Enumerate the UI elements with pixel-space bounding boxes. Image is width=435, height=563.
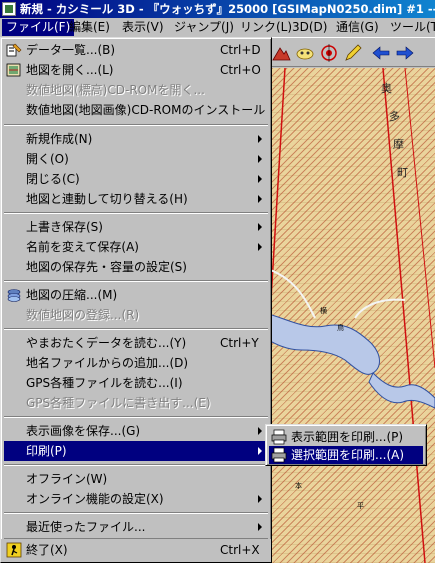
menu-separator bbox=[4, 212, 268, 214]
menu-item-compress-map[interactable]: 地図の圧縮...(M) bbox=[4, 285, 268, 305]
menu-item-save[interactable]: 上書き保存(S) bbox=[4, 217, 268, 237]
menu-item-data-list[interactable]: データ一覧...(B) Ctrl+D bbox=[4, 40, 268, 60]
submenu-arrow-icon bbox=[258, 223, 262, 231]
submenu-arrow-icon bbox=[258, 495, 262, 503]
menu-edit[interactable]: 編集(E) bbox=[65, 19, 114, 36]
submenu-arrow-icon bbox=[258, 155, 262, 163]
menu-item-recent-files[interactable]: 最近使ったファイル... bbox=[4, 517, 268, 537]
menu-item-offline[interactable]: オフライン(W) bbox=[4, 469, 268, 489]
map-overlay: 横 鳥 本 平 bbox=[265, 68, 435, 563]
menu-item-switch-with-map[interactable]: 地図と連動して切り替える(H) bbox=[4, 189, 268, 209]
menu-item-read-gps[interactable]: GPS各種ファイルを読む...(I) bbox=[4, 373, 268, 393]
arrow-right-icon[interactable] bbox=[395, 43, 415, 63]
menu-tools[interactable]: ツール(T bbox=[386, 19, 435, 36]
menu-item-write-gps: GPS各種ファイルに書き出す...(E) bbox=[26, 396, 211, 410]
submenu-arrow-icon bbox=[258, 135, 262, 143]
map-label: 町 bbox=[397, 166, 408, 179]
menu-item-save-image[interactable]: 表示画像を保存...(G) bbox=[4, 421, 268, 441]
menu-file[interactable]: ファイル(F) bbox=[2, 19, 75, 36]
menu-item-close[interactable]: 閉じる(C) bbox=[4, 169, 268, 189]
svg-text:横: 横 bbox=[320, 306, 327, 315]
map-open-icon bbox=[6, 62, 22, 78]
app-icon bbox=[2, 2, 16, 16]
menu-item-new[interactable]: 新規作成(N) bbox=[4, 129, 268, 149]
compress-icon bbox=[6, 287, 22, 303]
menu-item-print[interactable]: 印刷(P) bbox=[4, 441, 268, 461]
menu-bar: ファイル(F) 編集(E) 表示(V) ジャンプ(J) リンク(L) 3D(D)… bbox=[0, 18, 435, 37]
menu-separator bbox=[4, 464, 268, 466]
mountain-icon[interactable] bbox=[271, 43, 291, 63]
menu-item-storage-settings[interactable]: 地図の保存先・容量の設定(S) bbox=[4, 257, 268, 277]
menu-item-install-map-cdrom[interactable]: 数値地図(地図画像)CD-ROMのインストール bbox=[4, 100, 268, 120]
menu-separator bbox=[4, 328, 268, 330]
cloud-icon[interactable] bbox=[295, 43, 315, 63]
menu-view[interactable]: 表示(V) bbox=[118, 19, 168, 36]
exit-icon bbox=[6, 542, 22, 558]
map-label: 奥 bbox=[381, 82, 392, 95]
menu-item-print-selection[interactable]: 選択範囲を印刷...(A) bbox=[269, 446, 423, 464]
print-submenu: 表示範囲を印刷...(P) 選択範囲を印刷...(A) bbox=[265, 424, 427, 466]
svg-text:平: 平 bbox=[357, 502, 364, 510]
toolbar bbox=[265, 37, 435, 67]
menu-comm[interactable]: 通信(G) bbox=[332, 19, 383, 36]
map-label: 多 bbox=[389, 110, 400, 123]
map-label: 摩 bbox=[393, 138, 404, 151]
submenu-arrow-icon bbox=[258, 427, 262, 435]
title-bar: 新規 - カシミール 3D - 『ウォッちず』25000 [GSIMapN025… bbox=[0, 0, 435, 18]
file-menu: データ一覧...(B) Ctrl+D 地図を開く...(L) Ctrl+O 数値… bbox=[0, 37, 272, 551]
menu-3d[interactable]: 3D(D) bbox=[288, 19, 331, 36]
submenu-arrow-icon bbox=[258, 523, 262, 531]
submenu-arrow-icon bbox=[258, 195, 262, 203]
menu-item-add-place-names[interactable]: 地名ファイルからの追加...(D) bbox=[4, 353, 268, 373]
menu-separator bbox=[4, 416, 268, 418]
menu-item-register-map: 数値地図の登録...(R) bbox=[26, 308, 140, 322]
menu-separator bbox=[4, 124, 268, 126]
menu-jump[interactable]: ジャンプ(J) bbox=[170, 19, 238, 36]
menu-item-save-as[interactable]: 名前を変えて保存(A) bbox=[4, 237, 268, 257]
arrow-left-icon[interactable] bbox=[371, 43, 391, 63]
menu-item-online-settings[interactable]: オンライン機能の設定(X) bbox=[4, 489, 268, 509]
data-list-icon bbox=[6, 42, 22, 58]
menu-item-read-yamaotaku[interactable]: やまおたくデータを読む...(Y) Ctrl+Y bbox=[4, 333, 268, 353]
window-title: 新規 - カシミール 3D - 『ウォッちず』25000 [GSIMapN025… bbox=[20, 2, 435, 16]
menu-item-open-map[interactable]: 地図を開く...(L) Ctrl+O bbox=[4, 60, 268, 80]
menu-separator bbox=[4, 280, 268, 282]
map-view[interactable]: 横 鳥 本 平 奥 多 摩 町 bbox=[265, 68, 435, 563]
printer-icon bbox=[271, 447, 287, 463]
file-menu-bottom: 終了(X) Ctrl+X bbox=[0, 539, 272, 563]
svg-text:鳥: 鳥 bbox=[337, 323, 344, 332]
menu-item-exit[interactable]: 終了(X) Ctrl+X bbox=[4, 540, 268, 560]
menu-item-print-visible-area[interactable]: 表示範囲を印刷...(P) bbox=[269, 428, 423, 446]
menu-item-open[interactable]: 開く(O) bbox=[4, 149, 268, 169]
submenu-arrow-icon bbox=[258, 447, 262, 455]
svg-text:本: 本 bbox=[295, 481, 302, 490]
submenu-arrow-icon bbox=[258, 243, 262, 251]
submenu-arrow-icon bbox=[258, 175, 262, 183]
target-icon[interactable] bbox=[319, 43, 339, 63]
menu-separator bbox=[4, 512, 268, 514]
menu-item-open-elevation-cdrom: 数値地図(標高)CD-ROMを開く... bbox=[26, 83, 205, 97]
printer-icon bbox=[271, 429, 287, 445]
pencil-icon[interactable] bbox=[343, 43, 363, 63]
